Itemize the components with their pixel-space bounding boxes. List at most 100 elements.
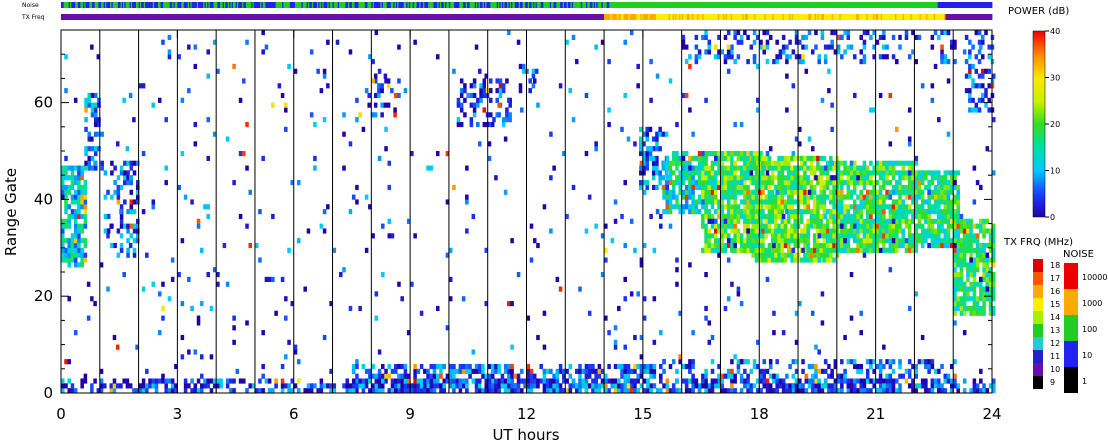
echo-cell: [381, 378, 385, 384]
echo-cell: [953, 257, 957, 263]
echo-cell: [862, 218, 867, 224]
echo-cell: [743, 359, 747, 365]
echo-cell: [694, 209, 699, 215]
echo-cell: [109, 223, 114, 229]
echo-cell: [707, 175, 712, 181]
echo-cell: [668, 194, 673, 200]
echo-cell: [985, 228, 990, 234]
echo-cell: [83, 242, 88, 249]
echo-cell: [901, 189, 906, 195]
echo-cell: [780, 180, 785, 186]
echo-cell: [966, 291, 970, 297]
echo-cell: [126, 228, 130, 234]
echo-cell: [943, 175, 948, 181]
echo-cell: [803, 189, 807, 195]
echo-cell: [87, 131, 92, 137]
echo-cell: [636, 373, 640, 379]
echo-cell: [985, 272, 990, 278]
echo-cell: [840, 170, 844, 176]
echo-cell: [726, 373, 731, 379]
echo-cell: [736, 165, 741, 171]
echo-cell: [959, 281, 964, 287]
echo-cell: [843, 180, 847, 186]
echo-cell: [83, 180, 88, 186]
echo-cell: [651, 165, 656, 171]
echo-cell: [927, 363, 931, 370]
echo-cell: [972, 238, 977, 244]
echo-cell: [862, 383, 867, 389]
echo-cell: [743, 194, 747, 200]
echo-cell: [733, 223, 737, 229]
echo-cell: [809, 170, 814, 176]
echo-cell: [862, 194, 867, 200]
echo-cell: [859, 368, 863, 374]
echo-cell: [67, 238, 71, 244]
echo-cell: [500, 378, 505, 384]
echo-cell: [83, 223, 88, 229]
echo-cell: [103, 383, 107, 389]
echo-cell: [658, 175, 662, 181]
echo-cell: [151, 281, 156, 287]
echo-cell: [489, 78, 493, 84]
echo-cell: [859, 238, 863, 244]
echo-cell: [788, 39, 792, 45]
echo-cell: [859, 194, 863, 200]
echo-cell: [426, 368, 430, 374]
echo-cell: [754, 204, 759, 210]
echo-cell: [380, 112, 384, 118]
echo-cell: [843, 30, 847, 36]
echo-cell: [862, 199, 867, 205]
echo-cell: [374, 373, 379, 379]
echo-cell: [432, 363, 437, 370]
echo-cell: [859, 180, 863, 186]
echo-cell: [907, 383, 912, 389]
echo-cell: [508, 112, 512, 118]
echo-cell: [849, 218, 854, 224]
echo-cell: [862, 233, 867, 239]
echo-cell: [790, 233, 794, 239]
echo-cell: [793, 175, 798, 181]
echo-cell: [806, 180, 810, 186]
echo-cell: [77, 238, 81, 244]
echo-cell: [639, 184, 643, 191]
echo-cell: [661, 165, 666, 171]
echo-cell: [898, 373, 902, 379]
echo-cell: [83, 378, 88, 384]
echo-cell: [713, 175, 718, 181]
echo-cell: [956, 228, 960, 234]
echo-cell: [662, 209, 666, 215]
echo-cell: [478, 363, 482, 370]
echo-cell: [780, 252, 785, 258]
echo-cell: [869, 189, 873, 195]
echo-cell: [987, 107, 991, 113]
echo-cell: [933, 184, 938, 191]
echo-cell: [774, 228, 778, 234]
echo-cell: [764, 155, 768, 161]
echo-cell: [984, 68, 988, 74]
echo-cell: [972, 291, 977, 297]
echo-cell: [946, 209, 951, 215]
echo-cell: [765, 39, 770, 45]
echo-cell: [733, 213, 737, 220]
echo-cell: [882, 378, 886, 384]
echo-cell: [836, 165, 841, 171]
echo-cell: [684, 59, 689, 65]
echo-cell: [977, 97, 982, 103]
echo-cell: [768, 383, 773, 389]
echo-cell: [720, 189, 724, 195]
echo-cell: [77, 199, 81, 205]
echo-cell: [61, 189, 65, 195]
echo-cell: [846, 228, 851, 234]
echo-cell: [710, 199, 715, 205]
echo-cell: [761, 184, 765, 191]
echo-cell: [578, 368, 582, 374]
echo-cell: [591, 383, 595, 389]
echo-cell: [946, 170, 951, 176]
echo-cell: [816, 223, 820, 229]
echo-cell: [736, 30, 741, 36]
echo-cell: [956, 281, 960, 287]
echo-cell: [148, 378, 152, 384]
echo-cell: [762, 383, 767, 389]
echo-cell: [862, 228, 867, 234]
echo-cell: [927, 180, 931, 186]
